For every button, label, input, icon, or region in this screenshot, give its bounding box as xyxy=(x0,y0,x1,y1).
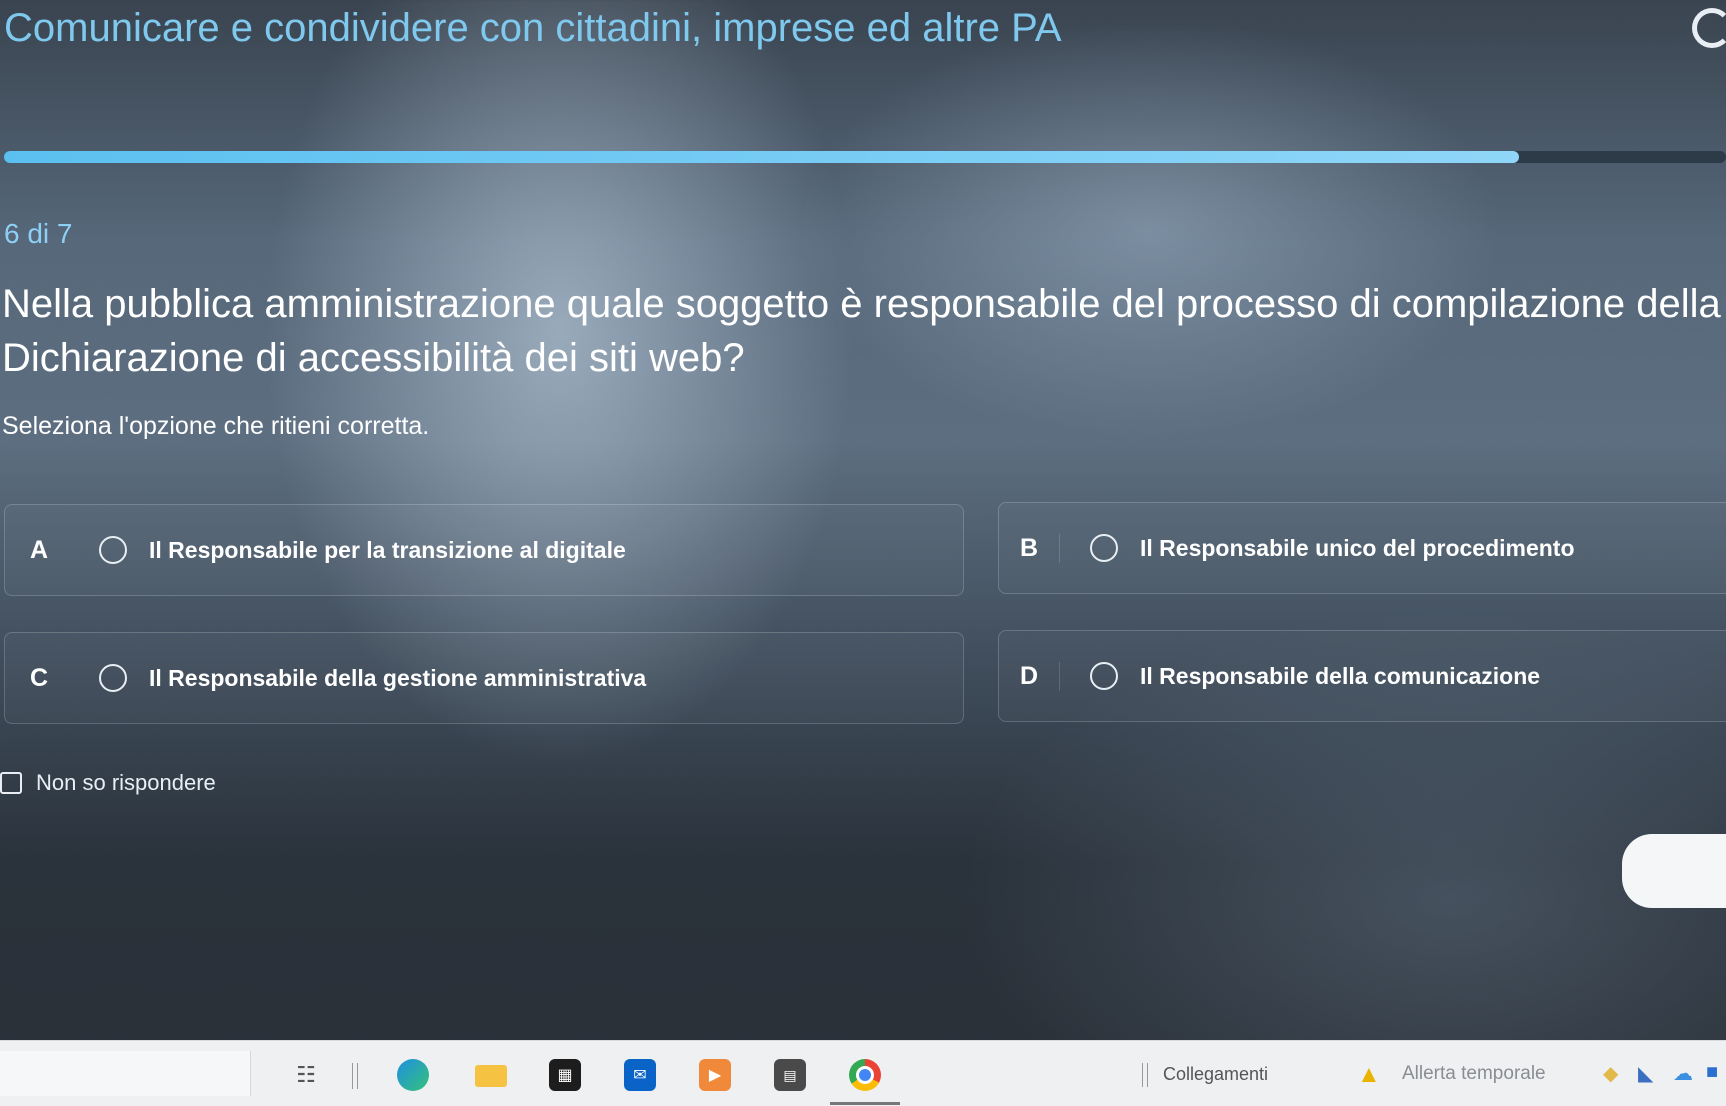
task-view-icon[interactable]: ☷ xyxy=(290,1059,322,1091)
dont-know-label: Non so rispondere xyxy=(36,770,216,795)
tray-overflow-icon[interactable]: ■ xyxy=(1706,1061,1718,1084)
app-tray-icon[interactable]: ◣ xyxy=(1638,1061,1653,1086)
option-label: Il Responsabile per la transizione al di… xyxy=(149,536,626,563)
weather-alert[interactable]: Allerta temporale xyxy=(1402,1063,1546,1085)
dont-know-checkbox[interactable] xyxy=(0,772,22,794)
store-icon[interactable]: ▦ xyxy=(549,1059,581,1091)
option-letter: D xyxy=(999,661,1060,691)
progress-bar xyxy=(4,151,1726,163)
links-separator xyxy=(1142,1063,1148,1087)
chrome-icon[interactable] xyxy=(849,1059,881,1091)
media-player-icon[interactable]: ▶ xyxy=(699,1059,731,1091)
step-counter: 6 di 7 xyxy=(4,218,73,249)
dont-know-option[interactable]: Non so rispondere xyxy=(0,770,216,796)
question-line-2: Dichiarazione di accessibilità dei siti … xyxy=(2,336,745,380)
taskbar: ☷ ▦ ✉ ▶ ▤ Collegamenti ▲ Allerta tempora… xyxy=(0,1040,1726,1106)
option-b[interactable]: B Il Responsabile unico del procedimento xyxy=(998,502,1726,594)
option-c[interactable]: C Il Responsabile della gestione amminis… xyxy=(4,632,964,724)
taskbar-links[interactable]: Collegamenti xyxy=(1163,1064,1268,1085)
close-icon[interactable] xyxy=(1692,8,1726,48)
option-letter: C xyxy=(29,663,49,692)
option-letter: A xyxy=(29,535,49,564)
taskbar-separator xyxy=(352,1063,358,1089)
radio-icon[interactable] xyxy=(1090,662,1118,690)
instructions: Seleziona l'opzione che ritieni corretta… xyxy=(2,412,430,440)
shield-icon[interactable]: ◆ xyxy=(1603,1061,1618,1086)
option-label: Il Responsabile della gestione amministr… xyxy=(149,664,647,691)
radio-icon[interactable] xyxy=(1090,534,1118,562)
option-letter: B xyxy=(999,533,1060,563)
next-button[interactable] xyxy=(1622,834,1726,908)
weather-alert-icon[interactable]: ▲ xyxy=(1357,1061,1381,1089)
calculator-icon[interactable]: ▤ xyxy=(774,1059,806,1091)
option-label: Il Responsabile unico del procedimento xyxy=(1140,534,1575,561)
quiz-app: Comunicare e condividere con cittadini, … xyxy=(0,0,1726,1040)
option-label: Il Responsabile della comunicazione xyxy=(1140,662,1541,689)
edge-icon[interactable] xyxy=(397,1059,429,1091)
outlook-icon[interactable]: ✉ xyxy=(624,1059,656,1091)
file-explorer-icon[interactable] xyxy=(475,1065,507,1087)
option-d[interactable]: D Il Responsabile della comunicazione xyxy=(998,630,1726,722)
option-a[interactable]: A Il Responsabile per la transizione al … xyxy=(4,504,964,596)
question-text: Nella pubblica amministrazione quale sog… xyxy=(2,277,1726,385)
course-title: Comunicare e condividere con cittadini, … xyxy=(4,6,1062,50)
cloud-icon[interactable]: ☁ xyxy=(1673,1061,1693,1086)
question-line-1: Nella pubblica amministrazione quale sog… xyxy=(2,282,1721,326)
taskbar-search-box[interactable] xyxy=(0,1051,251,1096)
radio-icon[interactable] xyxy=(99,664,127,692)
progress-fill xyxy=(4,151,1520,163)
radio-icon[interactable] xyxy=(99,536,127,564)
